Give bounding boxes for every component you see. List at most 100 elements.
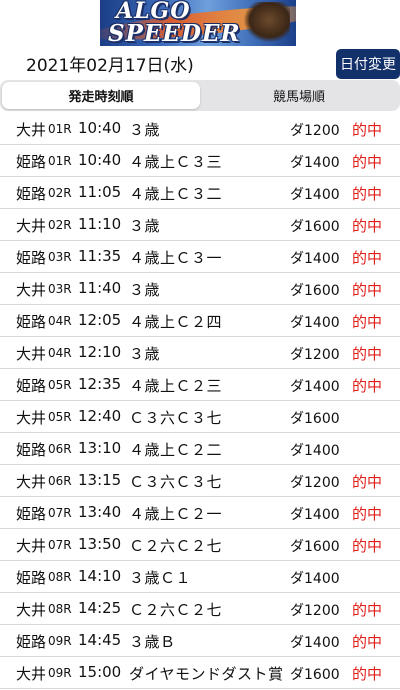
race-name: ３歳 (129, 281, 161, 299)
race-row[interactable]: 大井 09R 15:00 ダイヤモンドダスト賞 ダ1600 的中 (0, 657, 400, 689)
race-row[interactable]: 姫路 08R 14:10 ３歳Ｃ１ ダ1400 (0, 561, 400, 593)
race-course: ダ1600 (290, 667, 340, 683)
race-venue: 大井 (16, 537, 47, 555)
race-row[interactable]: 姫路 06R 13:10 ４歳上Ｃ２二 ダ1400 (0, 433, 400, 465)
race-course: ダ1600 (290, 219, 340, 235)
race-row[interactable]: 姫路 01R 10:40 ４歳上Ｃ３三 ダ1400 的中 (0, 145, 400, 177)
race-venue: 大井 (16, 345, 47, 363)
race-list: 大井 01R 10:40 ３歳 ダ1200 的中 姫路 01R 10:40 ４歳上Ｃ３三 ダ1400… (0, 113, 400, 689)
race-start-time: 10:40 (78, 151, 122, 169)
race-start-time: 13:15 (78, 471, 122, 489)
race-result-badge: 的中 (352, 281, 383, 299)
race-venue: 大井 (16, 665, 47, 683)
race-row[interactable]: 大井 07R 13:50 Ｃ２六Ｃ２七 ダ1600 的中 (0, 529, 400, 561)
race-row[interactable]: 姫路 04R 12:05 ４歳上Ｃ２四 ダ1400 的中 (0, 305, 400, 337)
race-number: 01R (48, 154, 72, 168)
app-root: { "banner": { "logo_top": "ALGO", "logo_… (0, 0, 400, 690)
race-name: Ｃ２六Ｃ２七 (129, 537, 223, 555)
race-number: 09R (48, 634, 72, 648)
date-bar: 2021年02月17日(水) 日付変更 (0, 48, 400, 80)
race-start-time: 14:45 (78, 631, 122, 649)
race-start-time: 14:10 (78, 567, 122, 585)
race-row[interactable]: 大井 03R 11:40 ３歳 ダ1600 的中 (0, 273, 400, 305)
race-result-badge: 的中 (352, 665, 383, 683)
race-start-time: 14:25 (78, 599, 122, 617)
race-result-badge: 的中 (352, 217, 383, 235)
race-row[interactable]: 姫路 03R 11:35 ４歳上Ｃ３一 ダ1400 的中 (0, 241, 400, 273)
race-row[interactable]: 姫路 09R 14:45 ３歳Ｂ ダ1400 的中 (0, 625, 400, 657)
app-banner: ALGO SPEEDER (0, 0, 400, 48)
date-change-button[interactable]: 日付変更 (336, 49, 400, 79)
race-row[interactable]: 大井 04R 12:10 ３歳 ダ1200 的中 (0, 337, 400, 369)
race-start-time: 11:40 (78, 279, 122, 297)
race-result-badge: 的中 (352, 313, 383, 331)
race-start-time: 12:35 (78, 375, 122, 393)
race-venue: 姫路 (16, 377, 47, 395)
race-start-time: 11:05 (78, 183, 122, 201)
race-course: ダ1200 (290, 123, 340, 139)
race-number: 03R (48, 250, 72, 264)
race-start-time: 13:50 (78, 535, 122, 553)
race-name: ダイヤモンドダスト賞 (129, 665, 284, 683)
race-result-badge: 的中 (352, 473, 383, 491)
race-venue: 姫路 (16, 185, 47, 203)
race-name: ３歳 (129, 217, 161, 235)
race-name: ４歳上Ｃ３三 (129, 153, 223, 171)
race-start-time: 12:40 (78, 407, 122, 425)
race-row[interactable]: 大井 08R 14:25 Ｃ２六Ｃ２七 ダ1200 的中 (0, 593, 400, 625)
logo-text-bottom: SPEEDER (108, 20, 241, 46)
race-result-badge: 的中 (352, 601, 383, 619)
race-name: ４歳上Ｃ２三 (129, 377, 223, 395)
race-result-badge: 的中 (352, 185, 383, 203)
race-row[interactable]: 大井 06R 13:15 Ｃ３六Ｃ３七 ダ1200 的中 (0, 465, 400, 497)
race-venue: 大井 (16, 601, 47, 619)
race-row[interactable]: 大井 02R 11:10 ３歳 ダ1600 的中 (0, 209, 400, 241)
race-course: ダ1400 (290, 635, 340, 651)
race-course: ダ1400 (290, 315, 340, 331)
race-name: ３歳Ｂ (129, 633, 176, 651)
race-row[interactable]: 姫路 02R 11:05 ４歳上Ｃ３二 ダ1400 的中 (0, 177, 400, 209)
race-venue: 姫路 (16, 153, 47, 171)
race-number: 04R (48, 346, 72, 360)
race-row[interactable]: 姫路 07R 13:40 ４歳上Ｃ２一 ダ1400 的中 (0, 497, 400, 529)
race-start-time: 12:10 (78, 343, 122, 361)
race-row[interactable]: 姫路 05R 12:35 ４歳上Ｃ２三 ダ1400 的中 (0, 369, 400, 401)
race-name: ４歳上Ｃ２四 (129, 313, 223, 331)
tab-start-time-order[interactable]: 発走時刻順 (2, 82, 200, 109)
sort-tabs: 発走時刻順 競馬場順 (0, 80, 400, 111)
race-result-badge: 的中 (352, 345, 383, 363)
race-number: 05R (48, 410, 72, 424)
race-course: ダ1600 (290, 539, 340, 555)
race-number: 03R (48, 282, 72, 296)
race-venue: 大井 (16, 217, 47, 235)
race-number: 07R (48, 538, 72, 552)
race-course: ダ1400 (290, 187, 340, 203)
race-start-time: 11:35 (78, 247, 122, 265)
tab-racecourse-order[interactable]: 競馬場順 (200, 82, 398, 109)
race-number: 02R (48, 186, 72, 200)
race-start-time: 13:40 (78, 503, 122, 521)
race-number: 01R (48, 122, 72, 136)
algo-speeder-logo: ALGO SPEEDER (100, 0, 296, 46)
race-row[interactable]: 大井 01R 10:40 ３歳 ダ1200 的中 (0, 113, 400, 145)
race-venue: 大井 (16, 409, 47, 427)
race-result-badge: 的中 (352, 633, 383, 651)
race-name: ４歳上Ｃ２二 (129, 441, 223, 459)
race-name: ３歳 (129, 345, 161, 363)
race-result-badge: 的中 (352, 505, 383, 523)
race-venue: 大井 (16, 281, 47, 299)
race-venue: 姫路 (16, 441, 47, 459)
race-number: 05R (48, 378, 72, 392)
race-venue: 姫路 (16, 569, 47, 587)
race-name: ４歳上Ｃ３一 (129, 249, 223, 267)
race-course: ダ1600 (290, 411, 340, 427)
race-number: 04R (48, 314, 72, 328)
race-number: 02R (48, 218, 72, 232)
race-name: Ｃ３六Ｃ３七 (129, 409, 223, 427)
race-course: ダ1400 (290, 155, 340, 171)
race-start-time: 11:10 (78, 215, 122, 233)
race-venue: 姫路 (16, 505, 47, 523)
race-venue: 姫路 (16, 249, 47, 267)
race-row[interactable]: 大井 05R 12:40 Ｃ３六Ｃ３七 ダ1600 (0, 401, 400, 433)
race-number: 08R (48, 602, 72, 616)
